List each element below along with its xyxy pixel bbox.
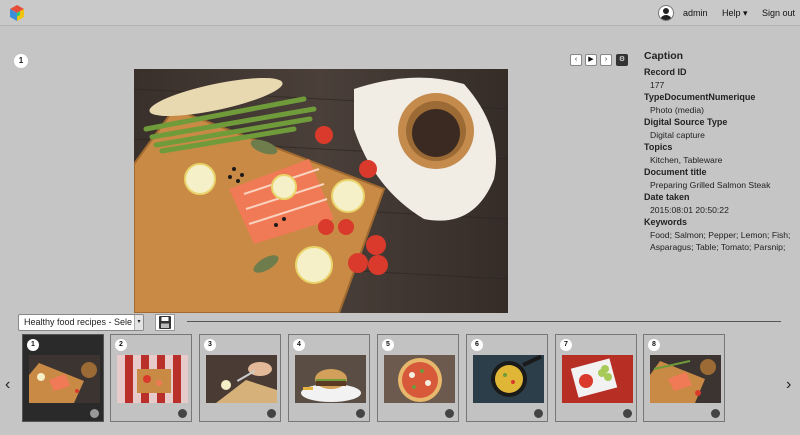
thumbnail-image (206, 355, 277, 403)
thumbnail-number: 7 (560, 339, 572, 351)
user-name-link[interactable]: admin (683, 8, 708, 18)
thumbnail-number: 4 (293, 339, 305, 351)
app-logo-icon[interactable] (8, 4, 26, 22)
thumbnail-8[interactable]: 8 (643, 334, 725, 422)
caption-heading: Caption (644, 50, 684, 62)
zoom-icon[interactable] (445, 409, 454, 418)
thumbnail-number: 8 (648, 339, 660, 351)
user-avatar-icon[interactable] (658, 5, 674, 21)
main-preview-image[interactable] (134, 69, 508, 313)
source-type-label: Digital Source Type (644, 117, 728, 127)
date-taken-label: Date taken (644, 192, 690, 202)
thumbnail-4[interactable]: 4 (288, 334, 370, 422)
zoom-icon[interactable] (534, 409, 543, 418)
document-type-value: Photo (media) (650, 105, 704, 115)
document-type-label: TypeDocumentNumerique (644, 92, 756, 102)
topics-label: Topics (644, 142, 673, 152)
thumbnail-number: 1 (27, 339, 39, 351)
record-id-label: Record ID (644, 67, 687, 77)
document-title-label: Document title (644, 167, 707, 177)
save-basket-button[interactable] (155, 314, 175, 331)
document-title-value: Preparing Grilled Salmon Steak (650, 180, 771, 190)
thumbnail-image (384, 355, 455, 403)
thumbnail-2[interactable]: 2 (110, 334, 192, 422)
divider (187, 321, 781, 322)
sign-out-link[interactable]: Sign out (762, 8, 795, 18)
settings-icon[interactable]: ⚙ (616, 54, 628, 66)
zoom-icon[interactable] (178, 409, 187, 418)
thumbnail-6[interactable]: 6 (466, 334, 548, 422)
zoom-icon[interactable] (623, 409, 632, 418)
zoom-icon[interactable] (711, 409, 720, 418)
strip-next-arrow[interactable]: › (786, 376, 791, 394)
thumbnail-image (562, 355, 633, 403)
thumbnail-image (650, 355, 721, 403)
help-menu[interactable]: Help ▾ (722, 8, 748, 19)
chevron-down-icon[interactable]: ▾ (134, 315, 143, 330)
strip-prev-arrow[interactable]: ‹ (5, 376, 10, 394)
thumbnail-image (473, 355, 544, 403)
topics-value: Kitchen, Tableware (650, 155, 723, 165)
thumbnail-image (295, 355, 366, 403)
basket-select[interactable]: Healthy food recipes - Sele ▾ (18, 314, 144, 331)
source-type-value: Digital capture (650, 130, 705, 140)
thumbnail-1[interactable]: 1 (22, 334, 104, 422)
top-bar: admin Help ▾ Sign out (0, 0, 800, 26)
previous-record-button[interactable]: ‹ (570, 54, 582, 66)
date-taken-value: 2015:08:01 20:50:22 (650, 205, 729, 215)
keywords-label: Keywords (644, 217, 688, 227)
thumbnail-5[interactable]: 5 (377, 334, 459, 422)
zoom-icon[interactable] (267, 409, 276, 418)
keywords-value: Food; Salmon; Pepper; Lemon; Fish; Aspar… (650, 230, 791, 252)
thumbnail-number: 2 (115, 339, 127, 351)
zoom-icon[interactable] (356, 409, 365, 418)
play-slideshow-button[interactable]: ▶ (585, 54, 597, 66)
thumbnail-number: 5 (382, 339, 394, 351)
thumbnail-7[interactable]: 7 (555, 334, 637, 422)
caption-panel: Caption Record ID 177 TypeDocumentNumeri… (644, 50, 794, 254)
floppy-disk-icon (159, 316, 171, 329)
thumbnail-number: 3 (204, 339, 216, 351)
thumbnail-image (117, 355, 188, 403)
thumbnail-number: 6 (471, 339, 483, 351)
basket-select-value: Healthy food recipes - Sele (24, 317, 133, 327)
zoom-icon[interactable] (90, 409, 99, 418)
thumbnail-image (29, 355, 100, 403)
next-record-button[interactable]: › (600, 54, 612, 66)
record-index-badge: 1 (14, 54, 28, 68)
record-id-value: 177 (650, 80, 665, 90)
thumbnail-3[interactable]: 3 (199, 334, 281, 422)
